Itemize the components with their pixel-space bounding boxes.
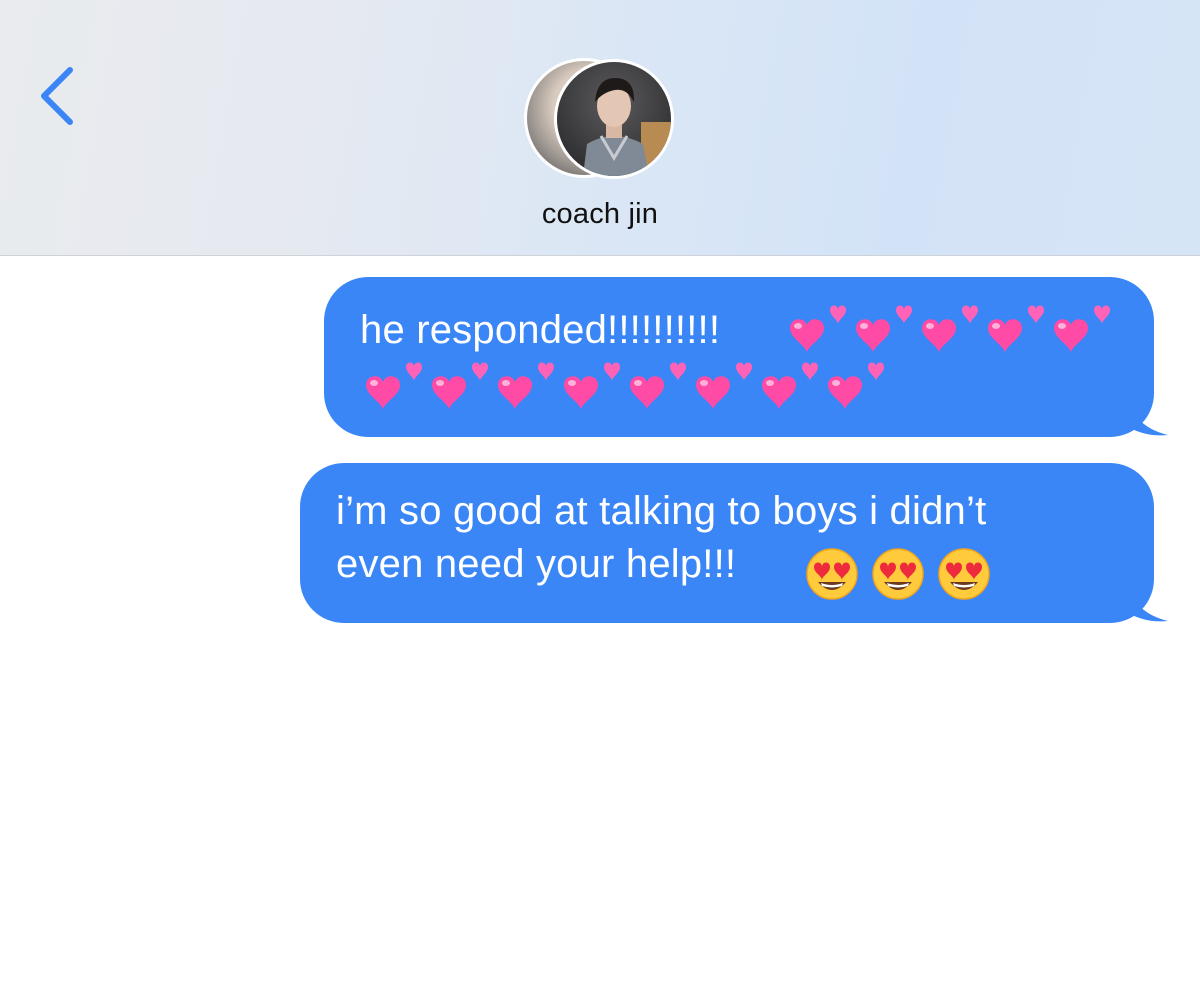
- two-hearts-icon: [498, 362, 554, 409]
- bubble-tail: [1128, 397, 1168, 436]
- message-text: i’m so good at talking to boys i didn’t …: [336, 489, 987, 586]
- bubble-tail: [1128, 583, 1168, 622]
- avatar: [554, 59, 674, 179]
- two-hearts-icon: [828, 362, 884, 409]
- messages-screen: coach jin he responded!!!!!!!!!! i’m so …: [0, 0, 1200, 984]
- two-hearts-icon: [790, 305, 846, 352]
- contact-avatar-group[interactable]: [520, 56, 680, 184]
- two-hearts-icon: [366, 362, 422, 409]
- chevron-left-icon: [41, 67, 73, 125]
- two-hearts-icon: [564, 362, 620, 409]
- heart-eyes-face-icon: [938, 548, 990, 600]
- two-hearts-icon: [432, 362, 488, 409]
- heart-eyes-face-icon: [806, 548, 858, 600]
- two-hearts-icon: [762, 362, 818, 409]
- emoji-row: [786, 298, 1116, 354]
- back-button[interactable]: [30, 58, 90, 138]
- two-hearts-icon: [988, 305, 1044, 352]
- emoji-row: [804, 546, 1002, 602]
- emoji-row: [362, 355, 890, 411]
- two-hearts-icon: [630, 362, 686, 409]
- message-bubble[interactable]: i’m so good at talking to boys i didn’t …: [300, 463, 1168, 623]
- heart-eyes-face-icon: [872, 548, 924, 600]
- two-hearts-icon: [856, 305, 912, 352]
- two-hearts-icon: [922, 305, 978, 352]
- conversation-header: coach jin: [0, 0, 1200, 256]
- two-hearts-icon: [1054, 305, 1110, 352]
- contact-name[interactable]: coach jin: [0, 198, 1200, 231]
- two-hearts-icon: [696, 362, 752, 409]
